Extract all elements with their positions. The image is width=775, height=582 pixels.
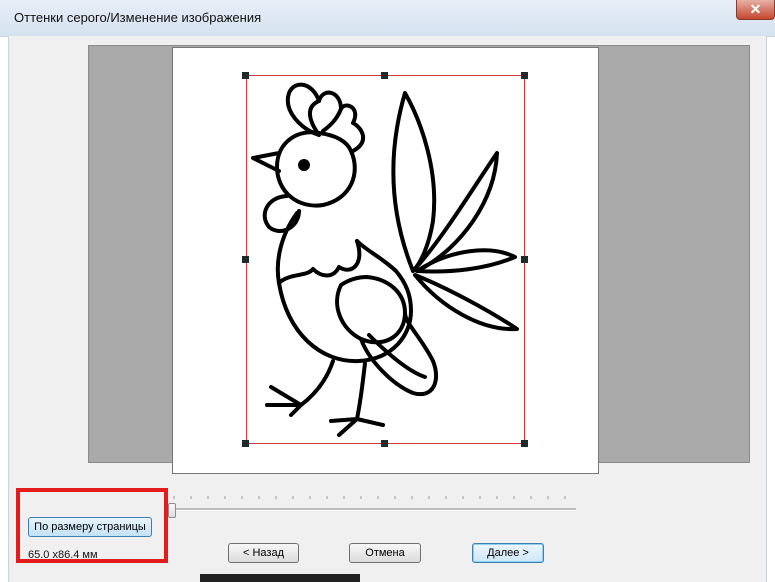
title-bar[interactable]: Оттенки серого/Изменение изображения ✕ [0, 0, 775, 37]
annotation-highlight-box [16, 488, 168, 563]
resize-handle-bottom-right[interactable] [521, 440, 528, 447]
cancel-button[interactable]: Отмена [349, 543, 421, 563]
resize-handle-top[interactable] [381, 72, 388, 79]
background-fragment [200, 574, 360, 582]
close-button[interactable]: ✕ [736, 0, 775, 20]
resize-handle-top-right[interactable] [521, 72, 528, 79]
slider-ticks [173, 496, 566, 499]
resize-handle-bottom-left[interactable] [242, 440, 249, 447]
window-title: Оттенки серого/Изменение изображения [14, 10, 262, 25]
resize-handle-right[interactable] [521, 256, 528, 263]
zoom-slider-track[interactable] [172, 508, 576, 511]
resize-handle-top-left[interactable] [242, 72, 249, 79]
back-button[interactable]: < Назад [228, 543, 299, 563]
close-icon: ✕ [749, 1, 762, 17]
resize-handle-bottom[interactable] [381, 440, 388, 447]
resize-handle-left[interactable] [242, 256, 249, 263]
dialog-window: Оттенки серого/Изменение изображения ✕ П… [0, 0, 775, 582]
next-button[interactable]: Далее > [472, 543, 544, 563]
crop-selection-frame[interactable] [246, 75, 525, 444]
zoom-slider-thumb[interactable] [168, 503, 176, 518]
